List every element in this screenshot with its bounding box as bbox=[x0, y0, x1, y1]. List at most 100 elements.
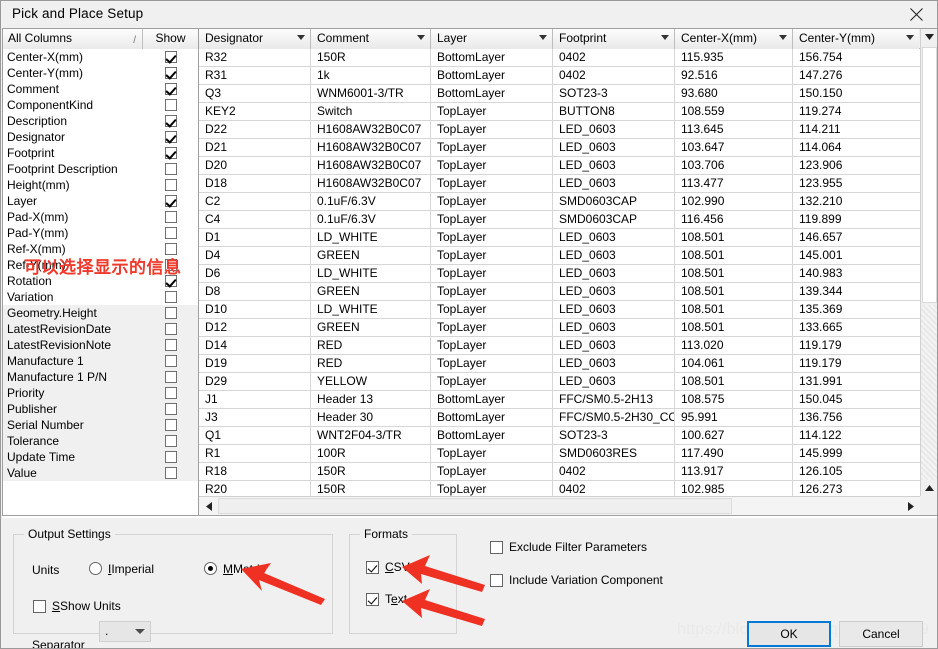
column-list-item[interactable]: Tolerance bbox=[3, 433, 198, 449]
filter-dropdown-icon[interactable] bbox=[779, 35, 787, 40]
close-icon[interactable] bbox=[894, 1, 937, 28]
column-show-checkbox[interactable] bbox=[164, 147, 177, 159]
column-list-item[interactable]: LatestRevisionNote bbox=[3, 337, 198, 353]
table-row[interactable]: D21 H1608AW32B0C07 TopLayer LED_0603 103.647… bbox=[199, 139, 937, 157]
ok-button[interactable]: OK bbox=[747, 621, 831, 647]
scroll-down-icon[interactable] bbox=[921, 29, 937, 46]
filter-dropdown-icon[interactable] bbox=[661, 35, 669, 40]
column-list-item[interactable]: Variation bbox=[3, 289, 198, 305]
column-list-item[interactable]: Pad-Y(mm) bbox=[3, 225, 198, 241]
table-row[interactable]: D6 LD_WHITE TopLayer LED_0603 108.501 140.983 bbox=[199, 265, 937, 283]
table-row[interactable]: D8 GREEN TopLayer LED_0603 108.501 139.344 bbox=[199, 283, 937, 301]
table-column-header[interactable]: Comment bbox=[311, 29, 431, 49]
table-column-header[interactable]: Designator bbox=[199, 29, 311, 49]
column-list-item-show-cell[interactable] bbox=[143, 355, 198, 367]
column-list-item[interactable]: Description bbox=[3, 113, 198, 129]
table-horizontal-scrollbar[interactable] bbox=[199, 496, 922, 515]
filter-dropdown-icon[interactable] bbox=[906, 35, 914, 40]
format-text-checkbox[interactable] bbox=[366, 593, 379, 606]
table-column-header[interactable]: Footprint bbox=[553, 29, 675, 49]
column-list-item-show-cell[interactable] bbox=[143, 371, 198, 383]
scroll-right-icon[interactable] bbox=[903, 497, 920, 515]
include-variation-component-checkbox[interactable] bbox=[490, 574, 503, 587]
table-row[interactable]: C4 0.1uF/6.3V TopLayer SMD0603CAP 116.456 119… bbox=[199, 211, 937, 229]
column-list-item-show-cell[interactable] bbox=[143, 99, 198, 111]
column-list-item[interactable]: Publisher bbox=[3, 401, 198, 417]
column-show-checkbox[interactable] bbox=[164, 291, 177, 303]
column-list-item-show-cell[interactable] bbox=[143, 323, 198, 335]
table-row[interactable]: Q1 WNT2F04-3/TR BottomLayer SOT23-3 100.627 1… bbox=[199, 427, 937, 445]
column-show-checkbox[interactable] bbox=[164, 339, 177, 351]
column-list-item-show-cell[interactable] bbox=[143, 163, 198, 175]
column-show-checkbox[interactable] bbox=[164, 259, 177, 271]
vertical-scrollbar-track[interactable] bbox=[921, 305, 937, 480]
column-list-item[interactable]: Value bbox=[3, 465, 198, 481]
table-row[interactable]: D19 RED TopLayer LED_0603 104.061 119.179 bbox=[199, 355, 937, 373]
column-show-checkbox[interactable] bbox=[164, 371, 177, 383]
scroll-up-icon[interactable] bbox=[921, 480, 937, 497]
table-row[interactable]: D10 LD_WHITE TopLayer LED_0603 108.501 135.36… bbox=[199, 301, 937, 319]
column-list-item[interactable]: Manufacture 1 P/N bbox=[3, 369, 198, 385]
scroll-left-icon[interactable] bbox=[201, 497, 218, 515]
cancel-button[interactable]: Cancel bbox=[839, 621, 923, 647]
column-show-checkbox[interactable] bbox=[164, 195, 177, 207]
column-list-item[interactable]: Priority bbox=[3, 385, 198, 401]
column-list-item-show-cell[interactable] bbox=[143, 195, 198, 207]
show-units-checkbox[interactable] bbox=[33, 600, 46, 613]
table-row[interactable]: D18 H1608AW32B0C07 TopLayer LED_0603 113.477… bbox=[199, 175, 937, 193]
table-row[interactable]: KEY2 Switch TopLayer BUTTON8 108.559 119.274 bbox=[199, 103, 937, 121]
column-list-item[interactable]: Manufacture 1 bbox=[3, 353, 198, 369]
column-list-item-show-cell[interactable] bbox=[143, 339, 198, 351]
table-row[interactable]: J3Header 30BottomLayerFFC/SM0.5-2H30_COV… bbox=[199, 409, 937, 427]
table-row[interactable]: R31 1k BottomLayer 0402 92.516 147.276 bbox=[199, 67, 937, 85]
column-show-checkbox[interactable] bbox=[164, 307, 177, 319]
all-columns-list[interactable]: All Columns / Show Center-X(mm) Center-Y(… bbox=[2, 28, 198, 516]
column-list-item-show-cell[interactable] bbox=[143, 451, 198, 463]
column-list-item-show-cell[interactable] bbox=[143, 387, 198, 399]
separator-dropdown[interactable]: . bbox=[99, 621, 151, 642]
column-show-checkbox[interactable] bbox=[164, 115, 177, 127]
column-show-checkbox[interactable] bbox=[164, 387, 177, 399]
column-list-item-show-cell[interactable] bbox=[143, 419, 198, 431]
column-show-checkbox[interactable] bbox=[164, 419, 177, 431]
column-show-checkbox[interactable] bbox=[164, 211, 177, 223]
column-show-checkbox[interactable] bbox=[164, 435, 177, 447]
column-list-item-show-cell[interactable] bbox=[143, 227, 198, 239]
table-column-header[interactable]: Center-X(mm) bbox=[675, 29, 793, 49]
column-list-item[interactable]: Layer bbox=[3, 193, 198, 209]
column-show-checkbox[interactable] bbox=[164, 355, 177, 367]
table-row[interactable]: D22 H1608AW32B0C07 TopLayer LED_0603 113.645… bbox=[199, 121, 937, 139]
table-row[interactable]: D12 GREEN TopLayer LED_0603 108.501 133.665 bbox=[199, 319, 937, 337]
units-imperial-label[interactable]: IImperial bbox=[108, 562, 154, 576]
column-list-item-show-cell[interactable] bbox=[143, 307, 198, 319]
column-list-item-show-cell[interactable] bbox=[143, 467, 198, 479]
column-header-show[interactable]: Show bbox=[143, 29, 198, 49]
table-row[interactable]: R1 100R TopLayer SMD0603RES 117.490 145.999 bbox=[199, 445, 937, 463]
column-list-item[interactable]: Height(mm) bbox=[3, 177, 198, 193]
column-show-checkbox[interactable] bbox=[164, 467, 177, 479]
column-list-item[interactable]: Serial Number bbox=[3, 417, 198, 433]
column-list-item-show-cell[interactable] bbox=[143, 115, 198, 127]
exclude-filter-parameters-row[interactable]: Exclude Filter Parameters bbox=[490, 540, 750, 556]
column-list-item[interactable]: Footprint bbox=[3, 145, 198, 161]
table-row[interactable]: J1 Header 13 BottomLayer FFC/SM0.5-2H13 108.… bbox=[199, 391, 937, 409]
table-column-header[interactable]: Layer bbox=[431, 29, 553, 49]
table-row[interactable]: D20 H1608AW32B0C07 TopLayer LED_0603 103.706… bbox=[199, 157, 937, 175]
filter-dropdown-icon[interactable] bbox=[539, 35, 547, 40]
show-units-label[interactable]: SShow Units bbox=[52, 599, 121, 613]
filter-dropdown-icon[interactable] bbox=[297, 35, 305, 40]
vertical-scrollbar-thumb[interactable] bbox=[922, 47, 937, 303]
column-list-item[interactable]: Center-Y(mm) bbox=[3, 65, 198, 81]
table-column-header[interactable]: Center-Y(mm) bbox=[793, 29, 919, 49]
column-show-checkbox[interactable] bbox=[164, 83, 177, 95]
format-csv-label[interactable]: CSV bbox=[385, 560, 410, 574]
column-list-item[interactable]: Comment bbox=[3, 81, 198, 97]
units-imperial-radio[interactable] bbox=[89, 562, 102, 575]
column-list-item-show-cell[interactable] bbox=[143, 179, 198, 191]
column-show-checkbox[interactable] bbox=[164, 227, 177, 239]
column-list-item[interactable]: Center-X(mm) bbox=[3, 49, 198, 65]
table-row[interactable]: R32 150R BottomLayer 0402 115.935 156.754 bbox=[199, 49, 937, 67]
table-row[interactable]: R18 150R TopLayer 0402 113.917 126.105 bbox=[199, 463, 937, 481]
column-show-checkbox[interactable] bbox=[164, 51, 177, 63]
column-list-item-show-cell[interactable] bbox=[143, 291, 198, 303]
